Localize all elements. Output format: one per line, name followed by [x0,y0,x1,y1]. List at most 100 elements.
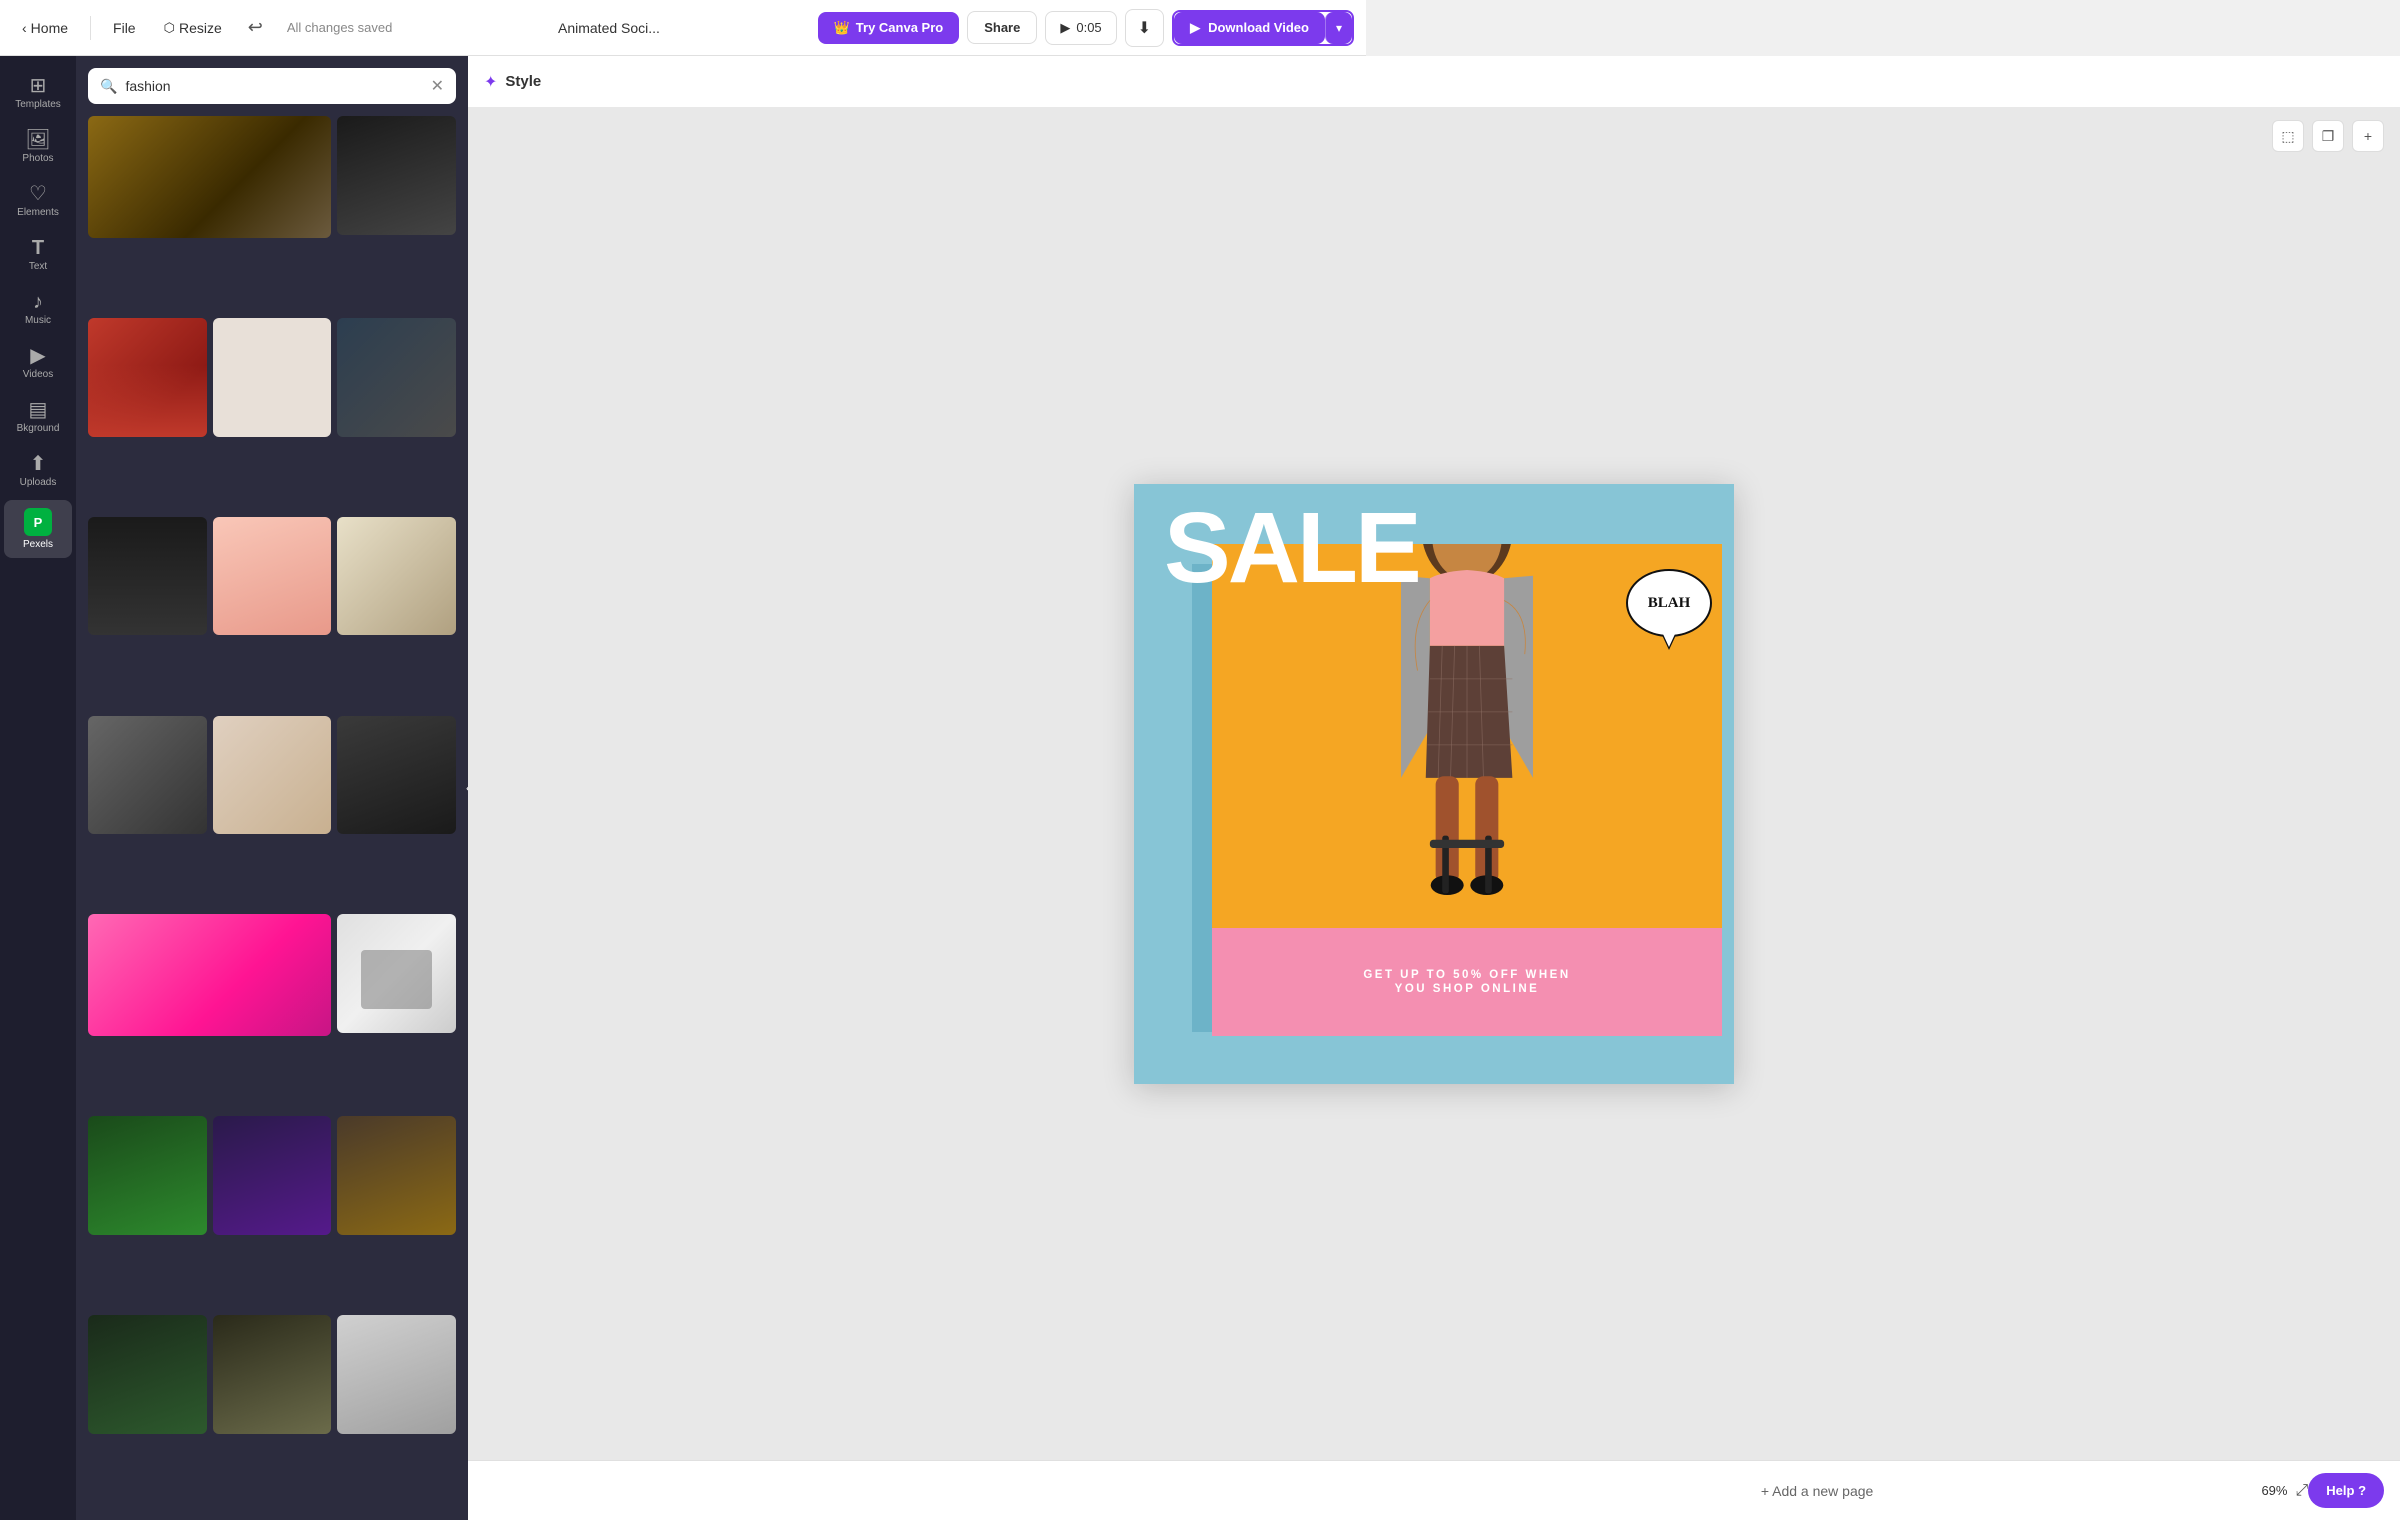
uploads-icon: ⬆ [30,454,47,474]
photo-item[interactable] [88,914,331,1036]
sidebar-item-label: Templates [15,99,61,110]
search-input[interactable] [125,78,422,94]
file-button[interactable]: File [103,14,146,42]
sidebar-item-templates[interactable]: ⊞ Templates [4,68,72,118]
photo-item[interactable] [213,1315,332,1434]
sidebar-item-label: Bkground [17,423,60,434]
share-label: Share [984,20,1020,35]
home-button[interactable]: ‹ Home [12,14,78,42]
panel-collapse-button[interactable]: ‹ [456,764,468,812]
project-name: Animated Soci... [416,20,801,36]
frame-tool-button[interactable]: ⬚ [2272,120,2304,152]
sidebar: ⊞ Templates 🖼 Photos ♡ Elements T Text ♪… [0,56,76,1520]
share-button[interactable]: Share [967,11,1037,44]
search-bar: 🔍 ✕ [88,68,456,104]
canvas-toolbar: ⬚ ❐ + [2272,120,2384,152]
photo-item[interactable] [337,1315,456,1434]
play-icon: ▶ [1060,20,1070,36]
play-time: 0:05 [1076,20,1101,35]
photo-grid [76,116,468,1520]
sidebar-item-elements[interactable]: ♡ Elements [4,176,72,226]
sidebar-item-uploads[interactable]: ⬆ Uploads [4,446,72,496]
canvas-area: ⬚ ❐ + [468,108,2400,1460]
resize-label: Resize [179,20,222,36]
zoom-controls: 69% ⤢ [2261,1482,2308,1500]
sidebar-item-background[interactable]: ▤ Bkground [4,392,72,442]
add-tool-button[interactable]: + [2352,120,2384,152]
text-icon: T [32,238,44,258]
photo-item[interactable] [337,116,456,235]
download-video-group: ▶ Download Video ▾ [1172,10,1354,46]
home-label: Home [31,20,68,36]
sidebar-item-music[interactable]: ♪ Music [4,284,72,334]
photo-item[interactable] [213,716,332,835]
pexels-badge: P [24,508,52,536]
photo-item[interactable] [337,517,456,636]
sidebar-item-text[interactable]: T Text [4,230,72,280]
resize-button[interactable]: ⬡ Resize [154,14,232,42]
download-video-label: Download Video [1208,20,1309,35]
video-icon: ▶ [1190,20,1200,36]
crown-icon: 👑 [834,20,850,36]
help-label: Help ? [2326,1483,2366,1498]
download-video-button[interactable]: ▶ Download Video [1174,12,1325,44]
photo-item[interactable] [337,716,456,835]
promo-text-area: GET UP TO 50% OFF WHEN YOU SHOP ONLINE [1212,928,1722,1036]
photo-item[interactable] [88,116,331,238]
videos-icon: ▶ [30,346,45,366]
chevron-left-icon: ‹ [22,20,27,36]
clear-search-button[interactable]: ✕ [431,76,444,96]
design-canvas[interactable]: SALE BLAH GET UP TO 50% OFF WHEN YOU SHO… [1134,484,1734,1084]
photo-item[interactable] [213,1116,332,1235]
sidebar-item-videos[interactable]: ▶ Videos [4,338,72,388]
sidebar-item-label: Pexels [23,539,53,550]
promo-line-2: YOU SHOP ONLINE [1395,983,1540,995]
changes-saved-status: All changes saved [287,20,393,35]
photo-item[interactable] [88,1315,207,1434]
topbar: ‹ Home File ⬡ Resize ↩ All changes saved… [0,0,1366,56]
photo-item[interactable] [337,1116,456,1235]
sidebar-item-label: Photos [22,153,53,164]
download-video-dropdown[interactable]: ▾ [1325,12,1352,44]
resize-icon: ⬡ [164,20,175,36]
download-icon-button[interactable]: ⬇ [1125,9,1164,47]
photo-item[interactable] [213,517,332,636]
photo-item[interactable] [88,318,207,437]
search-icon: 🔍 [100,78,117,95]
photos-panel: 🔍 ✕ ‹ [76,56,468,1520]
try-pro-button[interactable]: 👑 Try Canva Pro [818,12,960,44]
elements-icon: ♡ [29,184,47,204]
sidebar-item-label: Elements [17,207,59,218]
file-label: File [113,20,136,36]
sidebar-item-label: Text [29,261,47,272]
divider-1 [90,16,91,40]
speech-bubble: BLAH [1626,569,1712,637]
photo-item[interactable] [337,914,456,1033]
photo-item[interactable] [88,517,207,636]
sale-text: SALE [1164,498,1419,598]
photos-icon: 🖼 [25,130,50,150]
sidebar-item-label: Music [25,315,51,326]
sidebar-item-label: Uploads [20,477,57,488]
add-page-label: + Add a new page [1761,1483,1874,1499]
add-page-button[interactable]: + Add a new page [1373,1483,2262,1499]
sidebar-item-photos[interactable]: 🖼 Photos [4,122,72,172]
style-bar: ✦ Style [468,56,2400,108]
music-icon: ♪ [33,292,43,312]
photo-item[interactable] [337,318,456,437]
play-button[interactable]: ▶ 0:05 [1045,11,1116,45]
background-icon: ▤ [29,400,48,420]
help-button[interactable]: Help ? [2308,1473,2384,1508]
sidebar-item-label: Videos [23,369,53,380]
photo-item[interactable] [88,1116,207,1235]
duplicate-tool-button[interactable]: ❐ [2312,120,2344,152]
photo-item[interactable] [88,716,207,835]
sparkle-icon: ✦ [484,72,497,92]
bottom-bar: + Add a new page 69% ⤢ Help ? [468,1460,2400,1520]
zoom-expand-button[interactable]: ⤢ [2295,1482,2308,1500]
templates-icon: ⊞ [30,76,47,96]
photo-item[interactable] [213,318,332,437]
sidebar-item-pexels[interactable]: P Pexels [4,500,72,558]
try-pro-label: Try Canva Pro [856,20,943,35]
undo-button[interactable]: ↩ [240,11,271,44]
